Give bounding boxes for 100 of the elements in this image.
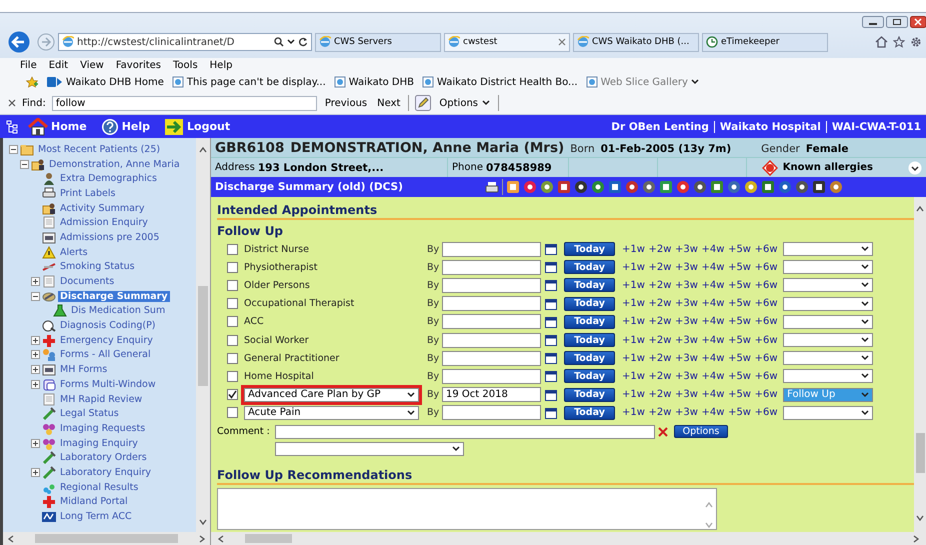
comment-field[interactable] xyxy=(275,424,655,439)
tree-item[interactable]: Forms - All General xyxy=(58,349,153,360)
checkbox[interactable] xyxy=(227,262,238,273)
week-shortcut[interactable]: +2w xyxy=(648,298,672,310)
status-select[interactable] xyxy=(783,369,874,384)
week-shortcut[interactable]: +2w xyxy=(648,370,672,382)
calendar-icon[interactable] xyxy=(545,334,557,346)
tool-icon[interactable] xyxy=(744,180,758,194)
checkbox[interactable] xyxy=(227,244,238,255)
tool-icon[interactable] xyxy=(761,180,775,194)
status-select[interactable] xyxy=(783,314,874,329)
week-shortcut[interactable]: +1w xyxy=(622,244,645,255)
week-shortcut[interactable]: +2w xyxy=(648,407,672,418)
minimize-icon[interactable] xyxy=(862,16,884,28)
expand-toggle[interactable] xyxy=(31,380,40,389)
tree-item[interactable]: Discharge Summary xyxy=(58,290,170,302)
find-field[interactable]: follow xyxy=(52,96,317,110)
week-shortcut[interactable]: +1w xyxy=(622,370,645,382)
search-icon[interactable] xyxy=(274,37,284,47)
week-shortcut[interactable]: +4w xyxy=(702,407,724,418)
today-button[interactable]: Today xyxy=(564,369,615,384)
tree-item[interactable]: Forms Multi-Window xyxy=(58,378,158,390)
week-shortcut[interactable]: +3w xyxy=(675,280,698,291)
week-shortcut[interactable]: +1w xyxy=(622,298,645,310)
week-shortcut[interactable]: +3w xyxy=(675,370,698,382)
date-field[interactable]: 19 Oct 2018 xyxy=(442,387,541,402)
week-shortcut[interactable]: +6w xyxy=(754,244,778,255)
tree-item[interactable]: Admissions pre 2005 xyxy=(58,232,162,243)
date-field[interactable] xyxy=(442,332,541,348)
date-field[interactable] xyxy=(442,278,541,293)
week-shortcut[interactable]: +6w xyxy=(754,389,778,400)
tree-item[interactable]: Midland Portal xyxy=(58,496,130,508)
address-field[interactable]: http://cwstest/clinicalintranet/D xyxy=(58,33,312,51)
collapse-toggle[interactable] xyxy=(9,144,18,154)
today-button[interactable]: Today xyxy=(564,260,615,274)
options-button[interactable]: Options xyxy=(674,425,728,438)
favorite-link[interactable]: Waikato DHB xyxy=(334,76,414,88)
calendar-icon[interactable] xyxy=(545,298,557,310)
date-field[interactable] xyxy=(442,368,541,384)
pencil-icon[interactable] xyxy=(415,95,432,111)
scrollbar[interactable] xyxy=(211,532,926,545)
close-icon[interactable] xyxy=(910,16,926,28)
browser-tab[interactable]: CWS Waikato DHB (... xyxy=(573,32,699,52)
week-shortcut[interactable]: +2w xyxy=(648,352,672,364)
checkbox[interactable] xyxy=(227,316,238,328)
today-button[interactable]: Today xyxy=(564,314,615,329)
week-shortcut[interactable]: +2w xyxy=(648,244,672,255)
week-shortcut[interactable]: +4w xyxy=(702,389,724,400)
week-shortcut[interactable]: +5w xyxy=(728,244,751,255)
week-shortcut[interactable]: +4w xyxy=(702,244,724,255)
week-shortcut[interactable]: +6w xyxy=(754,262,778,273)
tree-item[interactable]: Laboratory Orders xyxy=(58,452,149,464)
expand-toggle[interactable] xyxy=(31,468,40,477)
week-shortcut[interactable]: +1w xyxy=(622,262,645,273)
scrollbar[interactable] xyxy=(3,532,210,545)
week-shortcut[interactable]: +6w xyxy=(754,334,778,346)
expand-toggle[interactable] xyxy=(31,350,40,360)
collapse-toggle[interactable] xyxy=(20,160,29,169)
tool-icon[interactable] xyxy=(574,180,588,194)
menu-item[interactable]: View xyxy=(80,60,104,70)
week-shortcut[interactable]: +1w xyxy=(622,316,645,328)
tool-icon[interactable] xyxy=(540,180,554,194)
date-field[interactable] xyxy=(442,405,541,420)
find-button[interactable]: Next xyxy=(375,98,402,108)
week-shortcut[interactable]: +2w xyxy=(648,334,672,346)
week-shortcut[interactable]: +2w xyxy=(648,262,672,273)
checkbox[interactable] xyxy=(227,389,238,400)
week-shortcut[interactable]: +3w xyxy=(675,298,698,310)
calendar-icon[interactable] xyxy=(545,243,557,256)
scrollbar-thumb[interactable] xyxy=(35,534,178,543)
week-shortcut[interactable]: +6w xyxy=(754,298,778,310)
week-shortcut[interactable]: +3w xyxy=(675,407,698,418)
week-shortcut[interactable]: +5w xyxy=(728,389,751,400)
today-button[interactable]: Today xyxy=(564,278,615,292)
tool-icon[interactable] xyxy=(659,180,673,194)
status-select[interactable] xyxy=(783,406,874,420)
tool-icon[interactable] xyxy=(642,180,656,194)
tree-item[interactable]: Documents xyxy=(58,276,116,288)
tool-icon[interactable] xyxy=(625,180,639,194)
scrollbar[interactable] xyxy=(914,197,926,532)
type-select[interactable]: Acute Pain xyxy=(244,406,419,420)
week-shortcut[interactable]: +2w xyxy=(648,389,672,400)
calendar-icon[interactable] xyxy=(545,261,557,274)
dropdown-icon[interactable] xyxy=(287,39,295,45)
calendar-icon[interactable] xyxy=(545,279,557,292)
calendar-icon[interactable] xyxy=(545,388,557,401)
tree-item[interactable]: Extra Demographics xyxy=(58,173,159,184)
scrollbar-thumb[interactable] xyxy=(198,286,208,386)
close-tab-icon[interactable] xyxy=(558,38,566,46)
calendar-icon[interactable] xyxy=(545,370,557,382)
today-button[interactable]: Today xyxy=(564,406,615,420)
status-select[interactable] xyxy=(783,296,874,311)
menu-item[interactable]: File xyxy=(20,60,37,70)
printer-icon[interactable] xyxy=(485,180,499,194)
date-field[interactable] xyxy=(442,314,541,330)
tree-item[interactable]: Regional Results xyxy=(58,482,140,493)
collapse-toggle[interactable] xyxy=(31,292,40,301)
menu-item[interactable]: Tools xyxy=(173,60,198,70)
tree-item[interactable]: Diagnosis Coding(P) xyxy=(58,320,158,332)
menu-item[interactable]: Favorites xyxy=(116,60,162,70)
